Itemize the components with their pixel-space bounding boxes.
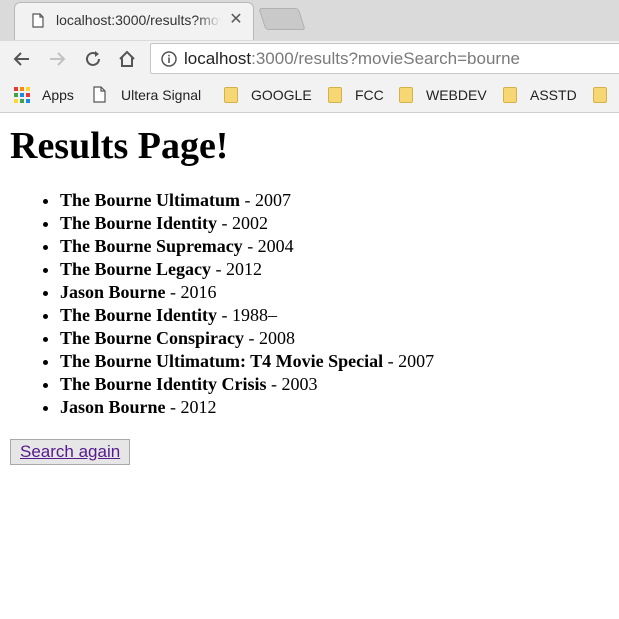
folder-icon <box>503 87 517 103</box>
movie-year: - 2002 <box>217 213 269 233</box>
movie-year: - 2004 <box>242 236 294 256</box>
movie-year: - 2016 <box>165 282 217 302</box>
reload-icon[interactable] <box>83 49 103 69</box>
folder-icon <box>328 87 342 103</box>
movie-year: - 2012 <box>165 397 217 417</box>
bookmarks-bar: Apps Ultera Signal GOOGLE FCC WEBDEV ASS… <box>0 77 619 113</box>
movie-title: The Bourne Supremacy <box>60 236 243 256</box>
back-arrow-icon[interactable] <box>12 49 32 69</box>
home-icon[interactable] <box>117 49 137 69</box>
address-bar[interactable]: localhost:3000/results?movieSearch=bourn… <box>150 43 619 74</box>
result-item: The Bourne Conspiracy - 2008 <box>60 327 609 350</box>
result-item: The Bourne Legacy - 2012 <box>60 258 609 281</box>
movie-title: The Bourne Legacy <box>60 259 211 279</box>
movie-title: Jason Bourne <box>60 397 166 417</box>
bookmark-label: FCC <box>355 87 384 103</box>
url-path: :3000/results?movieSearch=bourne <box>251 49 520 68</box>
folder-icon <box>399 87 413 103</box>
apps-grid-icon <box>14 87 30 103</box>
result-item: The Bourne Identity - 1988– <box>60 304 609 327</box>
result-item: Jason Bourne - 2012 <box>60 396 609 419</box>
bookmark-label: WEBDEV <box>426 87 487 103</box>
folder-icon <box>593 87 607 103</box>
close-tab-icon[interactable]: ✕ <box>227 11 245 29</box>
url-host: localhost <box>184 49 252 68</box>
movie-title: The Bourne Ultimatum: T4 Movie Special <box>60 351 384 371</box>
page-icon <box>32 13 44 28</box>
bookmark-label: Ultera Signal <box>121 87 202 103</box>
movie-title: The Bourne Ultimatum <box>60 190 240 210</box>
toolbar: localhost:3000/results?movieSearch=bourn… <box>0 41 619 77</box>
tab-title: localhost:3000/results?movieSearch=bourn… <box>56 12 221 28</box>
movie-title: The Bourne Identity <box>60 213 218 233</box>
result-item: The Bourne Ultimatum - 2007 <box>60 189 609 212</box>
movie-year: - 2007 <box>383 351 435 371</box>
result-item: The Bourne Identity Crisis - 2003 <box>60 373 609 396</box>
page-content: Results Page! The Bourne Ultimatum - 200… <box>0 123 619 465</box>
info-icon[interactable] <box>161 51 177 67</box>
movie-year: - 2003 <box>266 374 318 394</box>
new-tab-button[interactable] <box>258 8 306 30</box>
result-item: Jason Bourne - 2016 <box>60 281 609 304</box>
folder-icon <box>224 87 238 103</box>
bookmark-label: ASSTD <box>530 87 577 103</box>
browser-chrome: localhost:3000/results?movieSearch=bourn… <box>0 0 619 113</box>
result-item: The Bourne Supremacy - 2004 <box>60 235 609 258</box>
movie-year: - 1988– <box>217 305 278 325</box>
result-item: The Bourne Identity - 2002 <box>60 212 609 235</box>
movie-year: - 2007 <box>240 190 292 210</box>
bookmark-label: Apps <box>42 87 74 103</box>
movie-title: Jason Bourne <box>60 282 166 302</box>
url-text: localhost:3000/results?movieSearch=bourn… <box>184 49 520 69</box>
movie-title: The Bourne Conspiracy <box>60 328 245 348</box>
result-item: The Bourne Ultimatum: T4 Movie Special -… <box>60 350 609 373</box>
forward-arrow-icon[interactable] <box>47 49 67 69</box>
results-list: The Bourne Ultimatum - 2007 The Bourne I… <box>10 189 609 419</box>
page-title: Results Page! <box>10 125 229 167</box>
page-icon <box>93 86 106 103</box>
movie-year: - 2008 <box>244 328 296 348</box>
movie-title: The Bourne Identity <box>60 305 218 325</box>
tab-strip: localhost:3000/results?movieSearch=bourn… <box>0 0 619 41</box>
movie-title: The Bourne Identity Crisis <box>60 374 267 394</box>
bookmark-label: GOOGLE <box>251 87 312 103</box>
movie-year: - 2012 <box>211 259 263 279</box>
browser-tab[interactable]: localhost:3000/results?movieSearch=bourn… <box>14 2 254 40</box>
search-again-button[interactable]: Search again <box>10 439 131 465</box>
